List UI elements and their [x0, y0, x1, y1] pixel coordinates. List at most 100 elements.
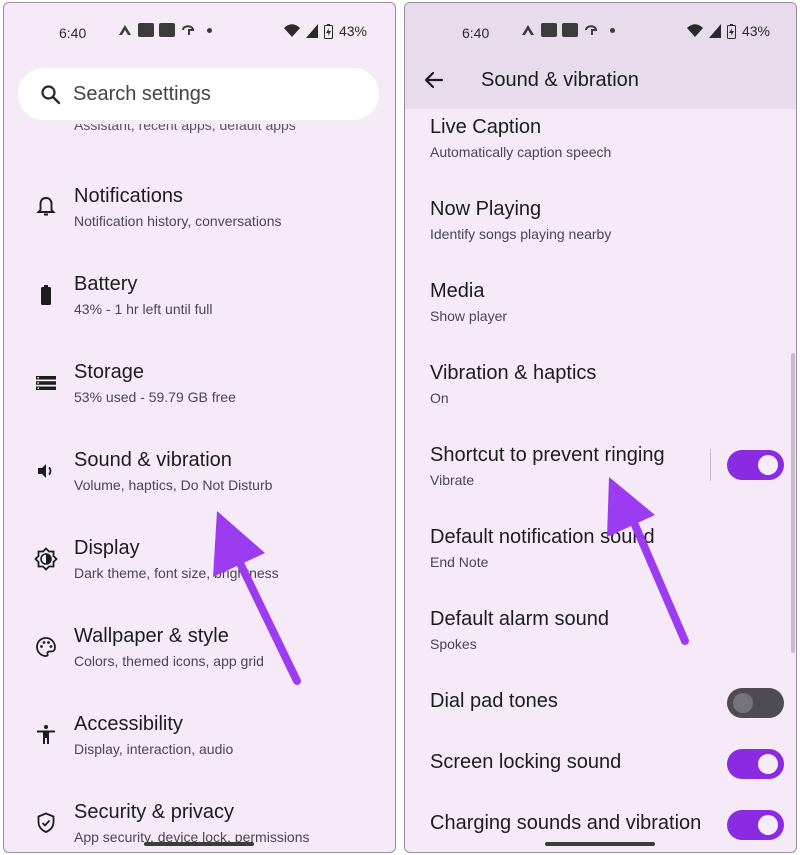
- pref-screen-locking-sound[interactable]: Screen locking sound: [405, 749, 796, 801]
- settings-item-notifications[interactable]: Notifications Notification history, conv…: [4, 185, 395, 267]
- shield-icon: [37, 812, 55, 833]
- item-title: Notifications: [74, 185, 183, 207]
- screen-locking-sound-toggle[interactable]: [727, 749, 784, 779]
- search-icon: [41, 85, 61, 105]
- item-subtitle: Volume, haptics, Do Not Disturb: [74, 477, 273, 493]
- pref-title: Live Caption: [430, 116, 542, 138]
- pref-dial-pad-tones[interactable]: Dial pad tones: [405, 688, 796, 740]
- item-title: Accessibility: [74, 713, 183, 735]
- pref-shortcut-prevent-ringing[interactable]: Shortcut to prevent ringing Vibrate: [405, 444, 796, 518]
- app-notification-icon: [583, 23, 599, 37]
- pref-title: Dial pad tones: [430, 690, 558, 712]
- toggle-knob: [758, 815, 778, 835]
- pref-title: Shortcut to prevent ringing: [430, 444, 665, 466]
- palette-icon: [36, 637, 56, 657]
- gesture-nav-bar[interactable]: [545, 842, 655, 846]
- pref-title: Default notification sound: [430, 526, 655, 548]
- signal-icon: [708, 24, 721, 38]
- storage-icon: [36, 376, 56, 390]
- item-title: Display: [74, 537, 140, 559]
- pref-title: Charging sounds and vibration: [430, 812, 702, 834]
- wifi-icon: [686, 24, 703, 37]
- pref-charging-sounds-vibration[interactable]: Charging sounds and vibration: [405, 810, 796, 852]
- pref-title: Media: [430, 280, 485, 302]
- pref-default-notification-sound[interactable]: Default notification sound End Note: [405, 526, 796, 600]
- pref-title: Screen locking sound: [430, 751, 622, 773]
- battery-charging-icon: [323, 23, 333, 39]
- settings-screen: 6:40 43% Search settings Assistant, rece…: [3, 2, 396, 853]
- app-notification-icon: [159, 23, 175, 37]
- battery-icon: [41, 285, 51, 305]
- toggle-knob: [758, 754, 778, 774]
- pref-media[interactable]: Media Show player: [405, 280, 796, 354]
- battery-percent: 43%: [338, 23, 367, 39]
- item-title: Storage: [74, 361, 145, 383]
- pref-vibration-haptics[interactable]: Vibration & haptics On: [405, 362, 796, 436]
- pref-default-alarm-sound[interactable]: Default alarm sound Spokes: [405, 608, 796, 682]
- toggle-knob: [733, 693, 753, 713]
- pref-title: Now Playing: [430, 198, 542, 220]
- pref-title: Default alarm sound: [430, 608, 609, 630]
- scrollbar[interactable]: [791, 353, 795, 653]
- pref-subtitle: Identify songs playing nearby: [430, 226, 612, 242]
- pref-subtitle: Automatically caption speech: [430, 144, 612, 160]
- pref-live-caption[interactable]: Live Caption Automatically caption speec…: [405, 116, 796, 190]
- item-subtitle: Colors, themed icons, app grid: [74, 653, 264, 669]
- settings-item-accessibility[interactable]: Accessibility Display, interaction, audi…: [4, 713, 395, 795]
- back-arrow-icon[interactable]: [423, 69, 445, 91]
- system-status-icons: 43%: [283, 23, 367, 39]
- bell-icon: [36, 197, 56, 216]
- pref-subtitle: Show player: [430, 308, 508, 324]
- pref-subtitle: On: [430, 390, 449, 406]
- item-title: Security & privacy: [74, 801, 235, 823]
- search-bar[interactable]: Search settings: [18, 68, 379, 120]
- item-subtitle: 53% used - 59.79 GB free: [74, 389, 236, 405]
- item-subtitle: 43% - 1 hr left until full: [74, 301, 213, 317]
- dial-pad-tones-toggle[interactable]: [727, 688, 784, 718]
- wifi-icon: [283, 24, 300, 37]
- search-placeholder: Search settings: [73, 83, 211, 105]
- top-app-bar: 6:40 43% Sound & vibration: [405, 3, 796, 109]
- pref-subtitle: Vibrate: [430, 472, 475, 488]
- settings-item-wallpaper-style[interactable]: Wallpaper & style Colors, themed icons, …: [4, 625, 395, 707]
- prevent-ringing-toggle[interactable]: [727, 450, 784, 480]
- status-time: 6:40: [462, 25, 490, 41]
- gesture-nav-bar[interactable]: [144, 842, 254, 846]
- status-time: 6:40: [59, 25, 87, 41]
- settings-item-display[interactable]: Display Dark theme, font size, brightnes…: [4, 537, 395, 619]
- item-title: Battery: [74, 273, 138, 295]
- more-notifications-dot: [610, 27, 615, 33]
- item-subtitle: Display, interaction, audio: [74, 741, 234, 757]
- brightness-icon: [34, 547, 58, 571]
- battery-charging-icon: [726, 23, 736, 39]
- item-subtitle: Notification history, conversations: [74, 213, 282, 229]
- pref-now-playing[interactable]: Now Playing Identify songs playing nearb…: [405, 198, 796, 272]
- pref-title: Vibration & haptics: [430, 362, 597, 384]
- pref-subtitle: End Note: [430, 554, 489, 570]
- volume-icon: [38, 464, 52, 478]
- battery-percent: 43%: [741, 23, 770, 39]
- settings-item-storage[interactable]: Storage 53% used - 59.79 GB free: [4, 361, 395, 443]
- system-status-icons: 43%: [686, 23, 770, 39]
- toggle-knob: [758, 455, 778, 475]
- sound-vibration-screen: 6:40 43% Sound & vibration Live Caption …: [404, 2, 797, 853]
- status-bar: 6:40 43%: [405, 3, 796, 63]
- notification-icons: [117, 23, 212, 37]
- app-notification-icon: [117, 23, 133, 37]
- app-notification-icon: [138, 23, 154, 37]
- settings-item-sound-vibration[interactable]: Sound & vibration Volume, haptics, Do No…: [4, 449, 395, 531]
- app-notification-icon: [520, 23, 536, 37]
- item-title: Sound & vibration: [74, 449, 232, 471]
- clipped-item-subtitle: Assistant, recent apps, default apps: [74, 124, 296, 133]
- app-notification-icon: [180, 23, 196, 37]
- app-notification-icon: [541, 23, 557, 37]
- charging-sounds-toggle[interactable]: [727, 810, 784, 840]
- settings-item-battery[interactable]: Battery 43% - 1 hr left until full: [4, 273, 395, 355]
- accessibility-icon: [37, 725, 55, 744]
- vertical-divider: [710, 449, 711, 481]
- page-title: Sound & vibration: [481, 69, 639, 91]
- item-title: Wallpaper & style: [74, 625, 229, 647]
- app-notification-icon: [562, 23, 578, 37]
- more-notifications-dot: [207, 27, 212, 33]
- status-bar: 6:40 43%: [4, 3, 395, 63]
